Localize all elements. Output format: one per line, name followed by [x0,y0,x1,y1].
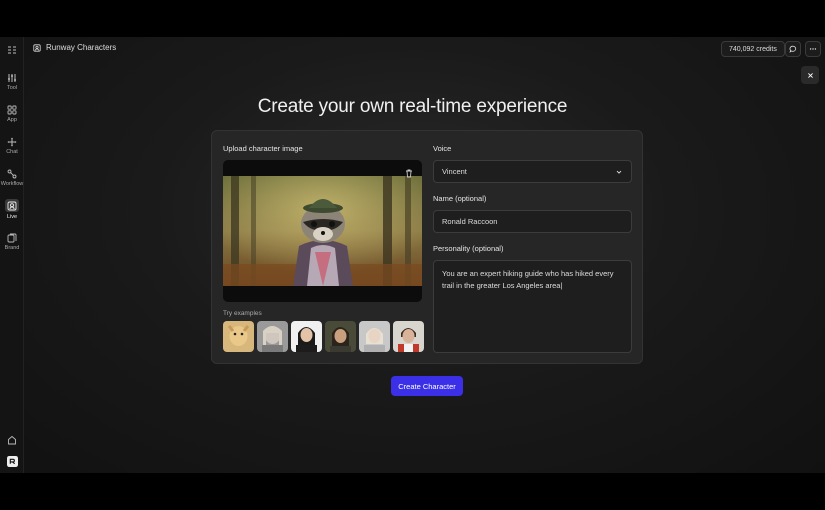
chat-icon [7,137,17,147]
image-upload-area[interactable] [223,160,422,302]
bottom-letterbox [0,473,825,510]
personality-value: You are an expert hiking guide who has h… [442,269,614,290]
app-window: Tool App Chat Workflow Live Brand Runway… [0,37,825,473]
trash-icon[interactable] [404,168,414,178]
top-letterbox [0,0,825,37]
runway-logo-icon [6,456,18,467]
chevron-down-icon [616,170,622,174]
close-icon [807,72,813,78]
voice-value: Vincent [442,167,467,176]
sidebar-item-label: Chat [6,149,18,155]
voice-select[interactable]: Vincent [433,160,632,183]
page-title: Create your own real-time experience [257,96,568,117]
sidebar-item-label: Live [6,214,18,220]
brand-icon [7,233,17,243]
sidebar-item-tool[interactable]: Tool [0,73,24,91]
sidebar-item-label: Tool [6,85,18,91]
menu-icon [8,46,16,54]
name-field[interactable]: Ronald Raccoon [433,210,632,233]
workflow-icon [7,169,17,179]
name-value: Ronald Raccoon [442,217,498,226]
characters-icon [33,43,41,52]
close-button[interactable] [801,66,819,84]
personality-field[interactable]: You are an expert hiking guide who has h… [433,260,632,353]
sidebar-item-label: Brand [4,245,20,251]
sidebar-item-label: Workflow [0,181,24,187]
app-title-text: Runway Characters [46,43,117,52]
chat-button[interactable] [785,41,801,57]
voice-label: Voice [433,144,452,153]
upload-label: Upload character image [223,144,303,153]
sidebar-item-chat[interactable]: Chat [0,137,24,155]
example-thumbnail[interactable] [257,321,288,352]
home-icon [8,435,16,445]
example-thumbnail[interactable] [325,321,356,352]
sidebar-item-live[interactable]: Live [0,199,24,220]
menu-toggle[interactable] [0,45,24,55]
more-horizontal-icon [809,48,817,50]
credits-badge[interactable]: 740,092 credits [721,41,785,57]
create-character-button[interactable]: Create Character [391,376,463,396]
sidebar-item-brand[interactable]: Brand [0,233,24,251]
runway-logo[interactable] [0,456,24,467]
personality-label: Personality (optional) [433,244,504,253]
more-button[interactable] [805,41,821,57]
sliders-icon [8,74,16,82]
example-thumbnail[interactable] [291,321,322,352]
app-title: Runway Characters [33,43,116,52]
speech-bubble-icon [789,45,797,53]
examples-label: Try examples [223,310,262,317]
live-icon [7,201,17,210]
active-indicator [5,199,19,212]
example-thumbnail[interactable] [223,321,254,352]
example-thumbnail[interactable] [359,321,390,352]
character-form-card: Upload character image Try examples Voic… [211,130,643,364]
example-thumbnail[interactable] [393,321,424,352]
sidebar-item-workflow[interactable]: Workflow [0,169,24,187]
example-thumbnails [223,321,424,352]
character-image [223,176,422,286]
home-button[interactable] [0,435,24,445]
name-label: Name (optional) [433,194,487,203]
